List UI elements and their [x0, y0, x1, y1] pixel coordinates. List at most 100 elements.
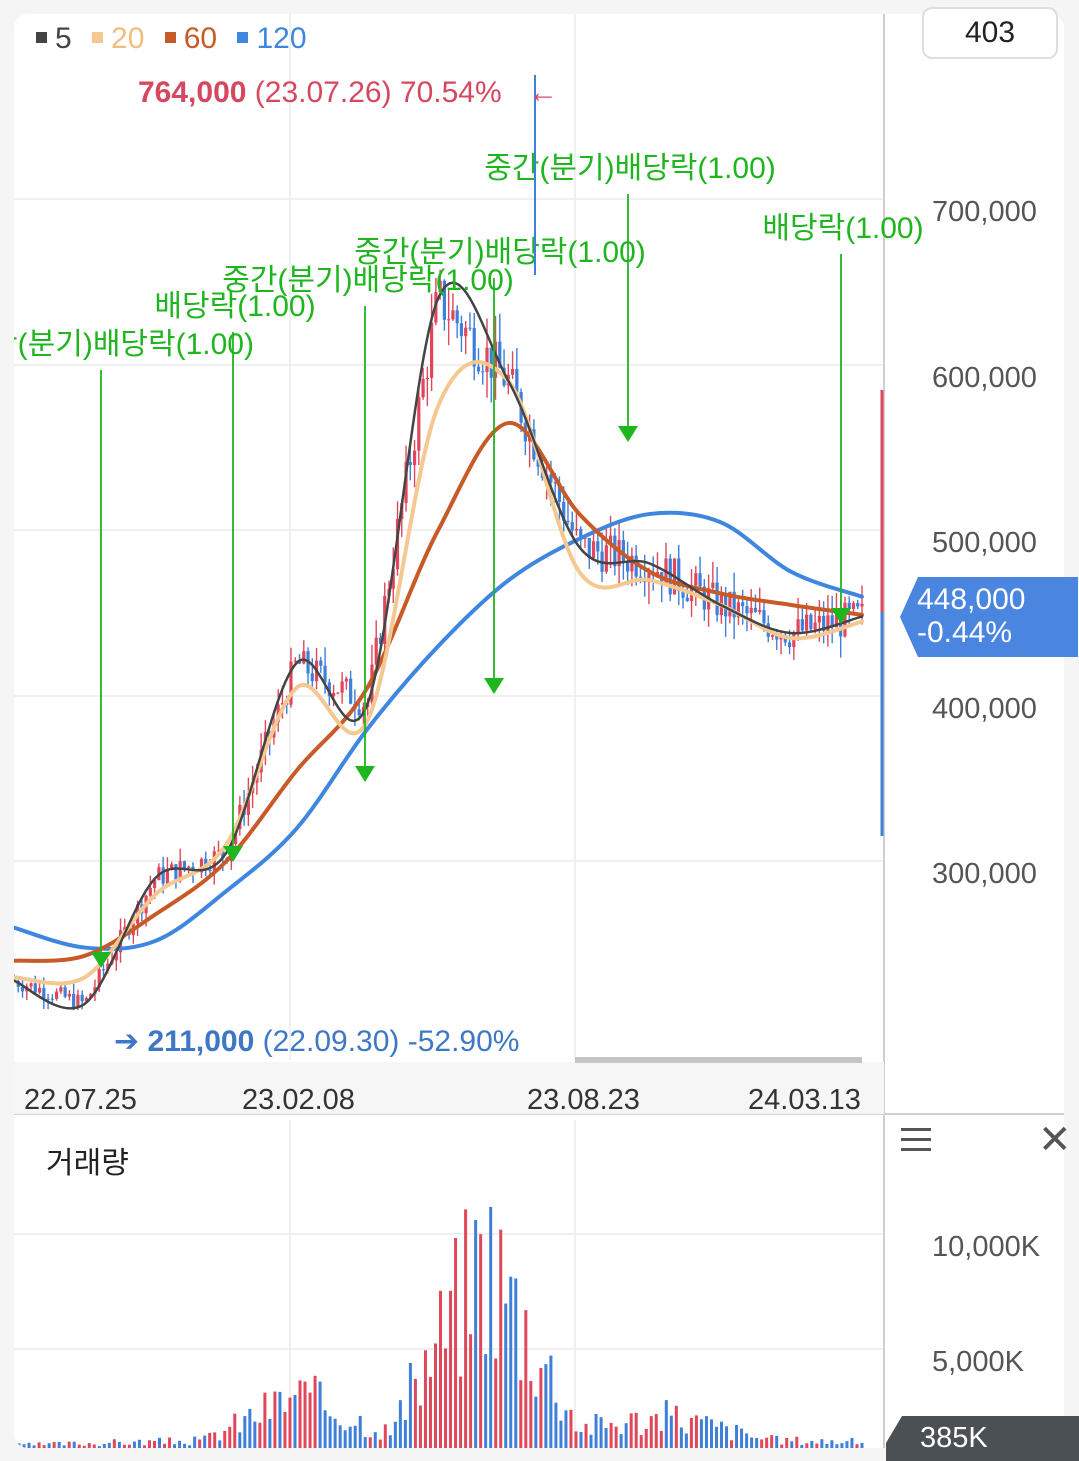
low-price-label: ➔ 211,000 (22.09.30) -52.90%	[114, 1024, 519, 1059]
volume-bar	[27, 1442, 31, 1448]
volume-bar	[634, 1412, 638, 1448]
volume-bar	[765, 1437, 769, 1448]
volume-bar	[619, 1434, 623, 1448]
candle-body	[340, 681, 344, 693]
volume-bar	[539, 1367, 543, 1448]
volume-bar	[654, 1414, 658, 1448]
candle-body	[425, 377, 429, 380]
price-axis-label: 400,000	[932, 693, 1037, 725]
candle-body	[566, 520, 570, 523]
volume-bar	[649, 1416, 653, 1448]
candle-body	[63, 987, 67, 997]
legend-ma5[interactable]: 5	[36, 22, 72, 55]
candle-body	[67, 993, 71, 997]
volume-bar	[725, 1426, 729, 1448]
current-price: 448,000	[917, 583, 1026, 616]
date-axis-label: 23.08.23	[527, 1084, 640, 1116]
volume-bar	[42, 1445, 46, 1448]
moving-average-lines	[14, 281, 864, 1010]
high-pct: 70.54%	[399, 76, 502, 109]
volume-bar	[37, 1442, 41, 1448]
volume-bar	[815, 1443, 819, 1448]
candle-body	[574, 528, 579, 531]
legend-ma20[interactable]: 20	[92, 22, 144, 55]
volume-bar	[313, 1375, 317, 1448]
close-icon[interactable]: ✕	[1038, 1120, 1072, 1160]
volume-bar	[253, 1421, 257, 1448]
volume-bar	[408, 1363, 412, 1448]
candle-body	[476, 366, 481, 372]
volume-bar	[800, 1445, 804, 1448]
annotation-label: 중간(분기)배당락(1.00)	[354, 236, 646, 269]
volume-bar	[674, 1405, 678, 1448]
volume-bar	[479, 1234, 483, 1448]
candle-body	[344, 678, 348, 682]
volume-bar	[644, 1428, 648, 1448]
menu-icon[interactable]	[901, 1128, 931, 1152]
volume-bar	[504, 1303, 508, 1448]
volume-bar	[669, 1415, 673, 1448]
volume-bar	[383, 1424, 387, 1448]
volume-bar	[428, 1376, 432, 1448]
volume-bar	[318, 1381, 322, 1448]
candle-body	[464, 327, 468, 337]
volume-bar	[17, 1443, 21, 1448]
volume-bar	[755, 1438, 759, 1448]
volume-bar	[820, 1439, 824, 1448]
candle-body	[46, 998, 50, 1000]
volume-bar	[785, 1438, 789, 1448]
volume-bar	[433, 1343, 437, 1448]
price-chart[interactable]: 중간(분기)배당락(1.00) 배당락(1.00) 중간(분기)배당락(1.00) 중…	[14, 14, 1064, 1448]
volume-bar	[514, 1278, 518, 1448]
volume-bar	[790, 1441, 794, 1448]
top-count-badge[interactable]: 403	[922, 7, 1058, 59]
volume-bar	[183, 1443, 187, 1448]
legend-ma60[interactable]: 60	[164, 22, 217, 55]
volume-bar	[599, 1417, 603, 1448]
candle-body	[745, 606, 749, 614]
moving-average-legend: 5 20 60 120	[36, 22, 319, 56]
volume-bar	[835, 1444, 839, 1448]
scroll-thumb[interactable]	[575, 1057, 862, 1063]
candle-body	[749, 607, 753, 614]
candle-body	[187, 866, 191, 868]
low-pct: -52.90%	[407, 1025, 520, 1058]
volume-bar	[77, 1444, 81, 1448]
volume-bar	[223, 1430, 227, 1448]
volume-bar	[82, 1445, 86, 1448]
volume-bar	[228, 1426, 232, 1448]
candle-body	[787, 642, 792, 648]
volume-bar	[208, 1432, 212, 1448]
candle-body	[762, 609, 766, 624]
volume-bar	[298, 1380, 302, 1448]
volume-bar	[529, 1381, 533, 1448]
candle-body	[50, 998, 54, 1000]
candle-body	[604, 545, 608, 572]
candle-body	[323, 665, 327, 683]
candle-body	[182, 861, 187, 868]
high-date: (23.07.26)	[254, 76, 392, 109]
candle-body	[685, 597, 689, 602]
volume-bar	[564, 1410, 568, 1448]
legend-ma120[interactable]: 120	[237, 22, 307, 55]
volume-bar	[107, 1442, 111, 1448]
volume-bar	[775, 1435, 779, 1448]
volume-bar	[413, 1378, 417, 1448]
down-triangle-icon	[618, 426, 638, 442]
volume-bar	[639, 1435, 643, 1448]
volume-bar	[97, 1446, 101, 1448]
volume-bar	[308, 1392, 312, 1448]
volume-bar	[699, 1419, 703, 1448]
volume-bar	[795, 1436, 799, 1448]
volume-bar	[418, 1405, 422, 1448]
volume-bar	[594, 1413, 598, 1448]
volume-bar	[664, 1400, 668, 1448]
volume-bar	[72, 1441, 76, 1448]
candle-body	[800, 619, 804, 631]
candle-body	[33, 983, 37, 993]
volume-bar	[398, 1400, 402, 1448]
volume-bar	[840, 1443, 844, 1448]
volume-bar	[163, 1443, 167, 1448]
candle-body	[596, 541, 600, 552]
candle-body	[860, 603, 864, 607]
